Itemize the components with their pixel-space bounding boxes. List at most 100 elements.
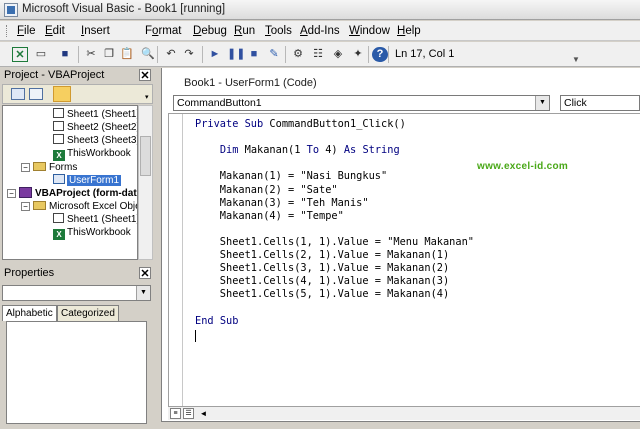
toolbar-separator: [388, 46, 389, 63]
tree-item-workbook[interactable]: X ThisWorkbook: [53, 147, 131, 161]
code-line: Makanan(2) = "Sate": [195, 183, 338, 196]
tree-item-label: UserForm1: [67, 175, 122, 186]
tree-item-form[interactable]: UserForm1: [53, 174, 122, 187]
window-title: Microsoft Visual Basic - Book1 [running]: [22, 3, 226, 15]
menu-add-ins[interactable]: Add-Ins: [300, 25, 340, 37]
menu-insert[interactable]: Insert: [81, 25, 110, 37]
project-icon: [19, 187, 32, 198]
procedure-select[interactable]: Click: [560, 95, 640, 111]
tree-item-label: Forms: [49, 162, 78, 173]
properties-title-text: Properties: [4, 267, 55, 279]
menu-tools[interactable]: Tools: [265, 25, 292, 37]
code-line: Sheet1.Cells(3, 1).Value = Makanan(2): [195, 262, 450, 275]
sheet-icon: [53, 121, 64, 131]
toolbar-separator: [285, 46, 286, 63]
view-code-icon[interactable]: [11, 88, 25, 100]
standard-toolbar: ✕ ▭ ■ ✂ ❐ 📋 🔍 ↶ ↷ ► ❚❚ ■ ✎ ⚙ ☷ ◈ ✦?: [0, 42, 640, 67]
scroll-thumb[interactable]: [140, 136, 151, 176]
tab-categorized[interactable]: Categorized: [57, 305, 119, 321]
chevron-down-icon[interactable]: ▼: [136, 286, 150, 300]
toolbar-separator: [202, 46, 203, 63]
code-editor[interactable]: Private Sub CommandButton1_Click() Dim M…: [168, 113, 640, 406]
project-toolbar-overflow-icon[interactable]: ▾: [145, 93, 149, 101]
find-icon[interactable]: 🔍: [140, 47, 156, 62]
excel-icon[interactable]: ✕: [12, 47, 28, 62]
properties-icon[interactable]: ☷: [310, 47, 326, 62]
menu-format[interactable]: Format: [145, 25, 181, 37]
toolbar-overflow-icon[interactable]: ▼: [572, 55, 580, 64]
menu-edit[interactable]: Edit: [45, 25, 65, 37]
tree-item-workbook[interactable]: X ThisWorkbook: [53, 226, 131, 240]
chevron-down-icon[interactable]: ▼: [535, 96, 549, 110]
tree-item-label: ThisWorkbook: [67, 227, 131, 238]
collapse-icon[interactable]: −: [21, 202, 30, 211]
sheet-icon: [53, 108, 64, 118]
paste-icon[interactable]: 📋: [119, 47, 135, 62]
code-line: Sheet1.Cells(1, 1).Value = "Menu Makanan…: [195, 235, 474, 248]
project-explorer-title-text: Project - VBAProject: [4, 69, 105, 81]
toolbox-icon[interactable]: ✦: [350, 47, 366, 62]
code-window-title: Book1 - UserForm1 (Code): [162, 74, 640, 92]
code-margin-indicator-bar[interactable]: [169, 114, 183, 406]
redo-icon[interactable]: ↷: [181, 47, 197, 62]
procedure-select-value: Click: [564, 97, 587, 109]
project-tree-scrollbar[interactable]: [138, 105, 153, 260]
sheet-icon: [53, 213, 64, 223]
tree-item-sheet[interactable]: Sheet1 (Sheet1): [53, 108, 138, 121]
toolbar-separator: [157, 46, 158, 63]
code-line: Makanan(4) = "Tempe": [195, 209, 344, 222]
project-explorer-toolbar: ▾: [2, 84, 153, 104]
collapse-icon[interactable]: −: [7, 189, 16, 198]
tree-item-folder[interactable]: − Forms: [21, 161, 77, 174]
tree-item-label: Sheet1 (Sheet1): [67, 214, 138, 225]
code-line: End Sub: [195, 314, 239, 327]
menu-run[interactable]: Run: [234, 25, 255, 37]
window-bottom-edge: [161, 421, 640, 429]
tree-item-sheet[interactable]: Sheet1 (Sheet1): [53, 213, 138, 226]
menu-help[interactable]: Help: [397, 25, 421, 37]
tree-item-sheet[interactable]: Sheet2 (Sheet2): [53, 121, 137, 134]
code-line: Sheet1.Cells(5, 1).Value = Makanan(4): [195, 288, 450, 301]
project-explorer-close-icon[interactable]: ✕: [139, 69, 151, 82]
tree-item-sheet[interactable]: Sheet3 (Sheet3): [53, 134, 137, 147]
toggle-folders-icon[interactable]: [53, 86, 71, 102]
full-module-view-icon[interactable]: ☰: [183, 408, 194, 419]
collapse-icon[interactable]: −: [21, 163, 30, 172]
run-icon[interactable]: ►: [207, 47, 223, 62]
code-window-bottom-bar: ≡ ☰ ◄: [168, 406, 640, 420]
object-browser-icon[interactable]: ◈: [330, 47, 346, 62]
properties-tabs: Alphabetic Categorized: [2, 305, 153, 321]
design-mode-icon[interactable]: ✎: [266, 47, 282, 62]
scroll-left-icon[interactable]: ◄: [198, 408, 209, 419]
tree-item-folder[interactable]: − Microsoft Excel Objec: [21, 200, 137, 213]
folder-icon: [33, 201, 46, 210]
help-icon[interactable]: ?: [372, 47, 388, 62]
object-select-value: CommandButton1: [177, 97, 262, 109]
menu-debug[interactable]: Debug: [193, 25, 227, 37]
properties-close-icon[interactable]: ✕: [139, 267, 151, 280]
menu-window[interactable]: Window: [349, 25, 390, 37]
tree-item-project[interactable]: − VBAProject (form-dat: [7, 187, 137, 200]
save-icon[interactable]: ■: [57, 47, 73, 62]
menu-file[interactable]: File: [17, 25, 36, 37]
cut-icon[interactable]: ✂: [83, 47, 99, 62]
properties-object-select[interactable]: ▼: [2, 285, 151, 301]
code-line: Makanan(1) = "Nasi Bungkus": [195, 170, 388, 183]
object-select[interactable]: CommandButton1 ▼: [173, 95, 550, 111]
code-line: Sheet1.Cells(2, 1).Value = Makanan(1): [195, 249, 450, 261]
copy-icon[interactable]: ❐: [101, 47, 117, 62]
text-cursor: [195, 330, 196, 342]
undo-icon[interactable]: ↶: [163, 47, 179, 62]
procedure-view-icon[interactable]: ≡: [170, 408, 181, 419]
folder-icon: [33, 162, 46, 171]
tree-item-label: VBAProject (form-dat: [35, 188, 137, 199]
view-object-icon[interactable]: [29, 88, 43, 100]
reset-icon[interactable]: ■: [246, 47, 262, 62]
insert-userform-icon[interactable]: ▭: [33, 47, 49, 62]
project-explorer-icon[interactable]: ⚙: [290, 47, 306, 62]
tab-alphabetic[interactable]: Alphabetic: [2, 305, 57, 321]
tree-item-label: Sheet1 (Sheet1): [67, 109, 138, 120]
code-line: Makanan(3) = "Teh Manis": [195, 196, 369, 209]
form-icon: [53, 174, 65, 184]
break-icon[interactable]: ❚❚: [227, 47, 245, 62]
